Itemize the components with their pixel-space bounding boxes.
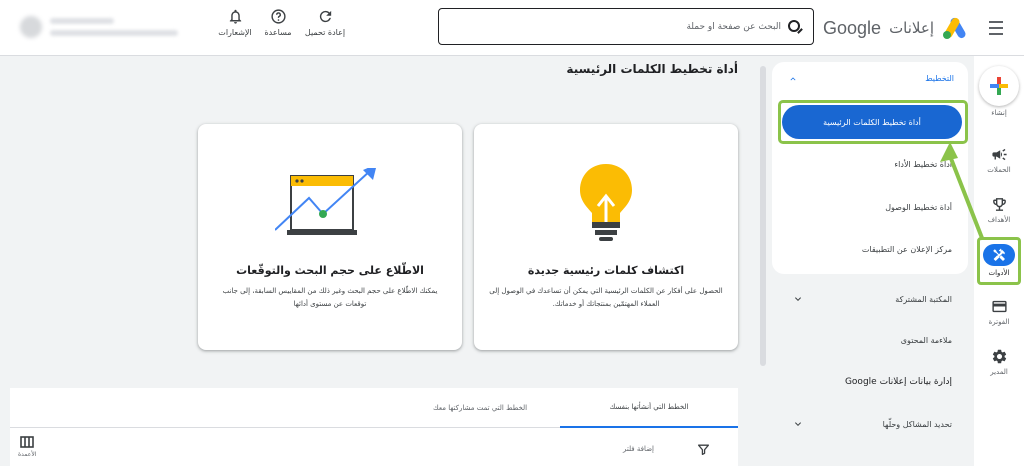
card-title: اكتشاف كلمات رئيسية جديدة bbox=[527, 264, 685, 277]
search-input[interactable] bbox=[449, 21, 781, 32]
plans-panel: الخطط التي أنشأتها بنفسك الخطط التي تمت … bbox=[10, 388, 738, 466]
credit-card-icon bbox=[991, 300, 1007, 313]
search-volume-forecasts-card[interactable]: الاطّلاع على حجم البحث والتوقّعات يمكنك … bbox=[198, 124, 462, 350]
annotation-arrow-icon bbox=[940, 142, 984, 240]
nav-row-troubleshooting[interactable]: تحديد المشاكل وحلّها bbox=[772, 409, 968, 439]
tab-my-plans[interactable]: الخطط التي أنشأتها بنفسك bbox=[560, 388, 738, 428]
nav-scrollbar-thumb[interactable] bbox=[760, 66, 766, 366]
megaphone-icon bbox=[991, 148, 1007, 161]
chevron-down-icon bbox=[795, 422, 801, 426]
page-title: أداة تخطيط الكلمات الرئيسية bbox=[566, 62, 738, 76]
nav-row-label: إدارة بيانات إعلانات Google bbox=[844, 377, 952, 387]
rail-label-admin: المدير bbox=[990, 368, 1008, 376]
tools-icon bbox=[993, 248, 1005, 261]
gear-icon bbox=[992, 349, 1006, 364]
columns-label: الأعمدة bbox=[18, 451, 37, 458]
nav-row-label: ملاءمة المحتوى bbox=[900, 335, 952, 345]
columns-icon bbox=[20, 436, 35, 448]
google-ads-logo[interactable]: إعلانات Google bbox=[823, 14, 968, 42]
bell-icon bbox=[229, 9, 241, 24]
rail-label-create: إنشاء bbox=[991, 109, 1007, 117]
add-filter-button[interactable]: إضافة فلتر bbox=[623, 445, 654, 453]
lightbulb-icon bbox=[580, 164, 632, 241]
notifications-label: الإشعارات bbox=[218, 28, 252, 37]
rail-label-tools: الأدوات bbox=[988, 269, 1010, 277]
google-ads-mark-icon bbox=[943, 17, 966, 39]
tab-shared-plans[interactable]: الخطط التي تمت مشاركتها معك bbox=[400, 388, 560, 428]
discover-keywords-card[interactable]: اكتشاف كلمات رئيسية جديدة الحصول على أفك… bbox=[474, 124, 738, 350]
top-bar: إعلانات Google إعادة تحميل مساعدة الإشعا… bbox=[0, 0, 1024, 56]
account-email-redacted bbox=[50, 30, 178, 36]
main-menu-icon[interactable] bbox=[982, 14, 1010, 42]
card-description: يمكنك الاطّلاع على حجم البحث وغير ذلك من… bbox=[222, 287, 438, 308]
help-icon bbox=[270, 9, 286, 24]
nav-row-label: المكتبة المشتركة bbox=[895, 294, 952, 304]
rail-label-campaigns: الحملات bbox=[987, 166, 1011, 174]
help-label: مساعدة bbox=[264, 28, 292, 37]
filter-icon[interactable] bbox=[697, 443, 710, 456]
nav-row-shared-library[interactable]: المكتبة المشتركة bbox=[772, 284, 968, 314]
search-icon bbox=[787, 19, 803, 35]
filter-row: إضافة فلتر الأعمدة bbox=[10, 430, 738, 466]
side-rail: إنشاء الحملات الأهداف الأدوات الفوترة ال… bbox=[974, 56, 1024, 466]
card-description: الحصول على أفكار عن الكلمات الرئيسية الت… bbox=[489, 287, 723, 308]
account-name-redacted bbox=[50, 18, 114, 24]
card-title: الاطّلاع على حجم البحث والتوقّعات bbox=[236, 264, 424, 277]
nav-row-data-manager[interactable]: إدارة بيانات إعلانات Google bbox=[772, 367, 968, 397]
rail-label-billing: الفوترة bbox=[988, 318, 1010, 326]
tools-navigation: التخطيط أداة تخطيط الكلمات الرئيسية أداة… bbox=[772, 62, 968, 466]
avatar bbox=[20, 16, 42, 38]
rail-item-billing[interactable]: الفوترة bbox=[974, 298, 1024, 326]
account-switcher[interactable] bbox=[20, 12, 180, 42]
plus-icon bbox=[990, 77, 1008, 95]
brand-product-name: إعلانات bbox=[889, 19, 934, 37]
rail-label-goals: الأهداف bbox=[987, 216, 1011, 224]
nav-scrollbar[interactable] bbox=[760, 62, 766, 466]
refresh-icon bbox=[319, 10, 331, 23]
refresh-label: إعادة تحميل bbox=[304, 28, 346, 37]
chevron-up-icon[interactable] bbox=[788, 74, 798, 84]
brand-google-word: Google bbox=[823, 17, 882, 38]
columns-button[interactable]: الأعمدة bbox=[18, 436, 36, 458]
rail-item-create[interactable]: إنشاء bbox=[974, 66, 1024, 117]
rail-item-admin[interactable]: المدير bbox=[974, 348, 1024, 376]
notifications-button[interactable]: الإشعارات bbox=[210, 8, 260, 37]
trophy-icon bbox=[992, 198, 1006, 211]
planning-section-title[interactable]: التخطيط bbox=[925, 74, 954, 83]
chevron-down-icon bbox=[795, 297, 801, 301]
trend-chart-icon bbox=[275, 168, 376, 235]
create-button[interactable] bbox=[979, 66, 1019, 106]
search-box[interactable] bbox=[438, 8, 814, 45]
nav-row-label: تحديد المشاكل وحلّها bbox=[882, 419, 952, 429]
plans-tabs: الخطط التي أنشأتها بنفسك الخطط التي تمت … bbox=[10, 388, 738, 428]
help-button[interactable]: مساعدة bbox=[253, 8, 303, 37]
nav-row-content-suitability[interactable]: ملاءمة المحتوى bbox=[772, 325, 968, 355]
refresh-button[interactable]: إعادة تحميل bbox=[300, 8, 350, 37]
